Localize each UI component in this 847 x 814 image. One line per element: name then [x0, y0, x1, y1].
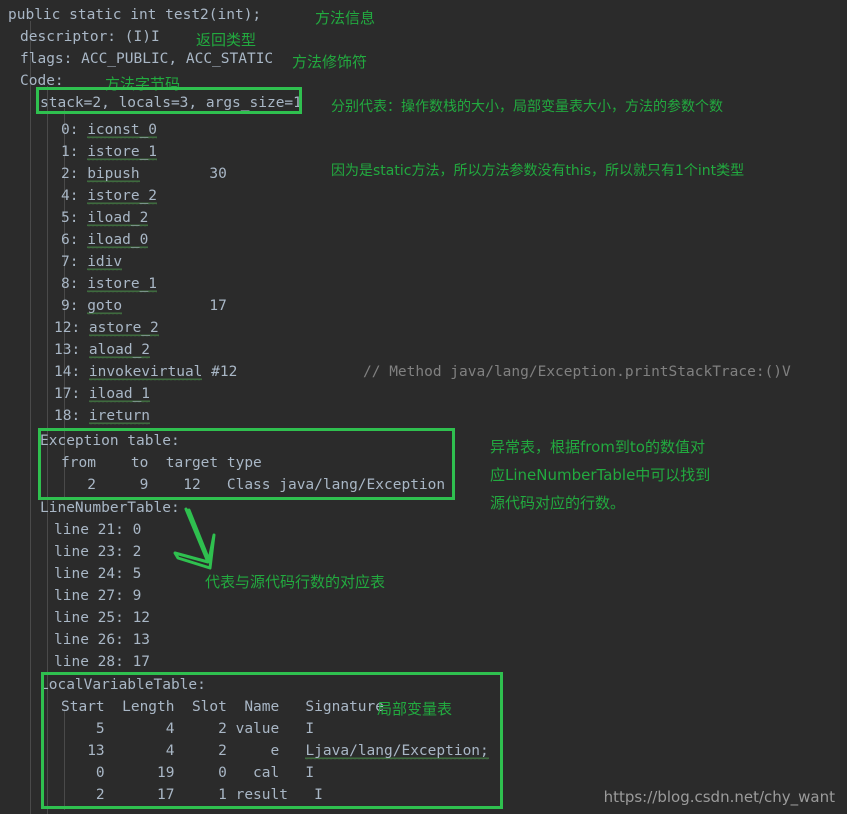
code-text: 18:	[54, 408, 89, 424]
code-text: line 27: 9	[54, 588, 142, 604]
code-line: 4: istore_2	[0, 185, 158, 207]
code-line: line 25: 12	[0, 607, 150, 629]
code-line: line 27: 9	[0, 585, 141, 607]
code-text: 6:	[61, 232, 88, 248]
annotation-exception-note-1: 异常表，根据from到to的数值对	[490, 438, 705, 456]
bytecode-comment: // Method java/lang/Exception.printStack…	[363, 364, 791, 380]
code-text: line 28: 17	[54, 654, 151, 670]
code-line: 5: iload_2	[0, 207, 149, 229]
annotation-static-args-note: 因为是static方法，所以方法参数没有this，所以就只有1个int类型	[331, 163, 745, 179]
code-line: Start Length Slot Name Signature	[0, 696, 384, 718]
annotation-method-info: 方法信息	[315, 9, 376, 27]
code-text: 2 9 12 Class java/lang/Exception	[61, 477, 446, 493]
code-line: 0: iconst_0	[0, 119, 158, 141]
code-text: 2:	[61, 166, 88, 182]
code-line: line 28: 17	[0, 651, 150, 673]
code-text: flags: ACC_PUBLIC, ACC_STATIC	[20, 51, 274, 67]
code-line: 2: bipush 30	[0, 163, 227, 185]
code-line: public static int test2(int);	[0, 4, 261, 26]
annotation-linenumber-note: 代表与源代码行数的对应表	[205, 573, 386, 591]
signature-cell: Ljava/lang/Exception;	[305, 743, 489, 760]
code-line: Exception table:	[0, 430, 180, 452]
code-text: Start Length Slot Name Signature	[61, 699, 385, 715]
bytecode-opcode: bipush	[87, 166, 140, 183]
code-line: 1: istore_1	[0, 141, 158, 163]
code-line: LocalVariableTable:	[0, 674, 206, 696]
code-text: 5:	[61, 210, 88, 226]
code-text: from to target type	[61, 455, 262, 471]
bytecode-opcode: iload_0	[87, 232, 149, 249]
code-line: from to target type	[0, 452, 262, 474]
code-text: line 24: 5	[54, 566, 142, 582]
code-line: 12: astore_2	[0, 317, 159, 339]
code-text: 12:	[54, 320, 89, 336]
code-text: line 26: 13	[54, 632, 151, 648]
code-line: 13: aload_2	[0, 339, 151, 361]
code-line: 13 4 2 e Ljava/lang/Exception;	[0, 740, 489, 762]
watermark: https://blog.csdn.net/chy_want	[603, 788, 835, 806]
code-line: 17: iload_1	[0, 383, 151, 405]
code-text: 2 17 1 result I	[61, 787, 323, 803]
code-text: 7:	[61, 254, 88, 270]
bytecode-opcode: iload_2	[87, 210, 149, 227]
annotation-exception-note-2: 应LineNumberTable中可以找到	[490, 466, 711, 484]
code-line: 8: istore_1	[0, 273, 158, 295]
code-text: public static int test2(int);	[8, 7, 262, 23]
code-text: 5 4 2 value I	[61, 721, 315, 737]
code-line: 6: iload_0	[0, 229, 149, 251]
code-text: 13 4 2 e	[61, 743, 306, 759]
code-text: descriptor: (I)I	[20, 29, 160, 45]
bytecode-opcode: aload_2	[88, 342, 151, 359]
bytecode-opcode: istore_1	[87, 276, 158, 293]
bytecode-opcode: astore_2	[88, 320, 159, 337]
code-line: descriptor: (I)I	[0, 26, 160, 48]
code-text: 9:	[61, 298, 88, 314]
bytecode-opcode: iconst_0	[87, 122, 158, 139]
code-text: Code:	[20, 73, 64, 89]
code-text: 13:	[54, 342, 89, 358]
annotation-return-type: 返回类型	[196, 31, 257, 49]
code-text: 17:	[54, 386, 89, 402]
code-text: line 21: 0	[54, 522, 142, 538]
code-line: line 24: 5	[0, 563, 141, 585]
code-text: line 23: 2	[54, 544, 142, 560]
code-text: LineNumberTable:	[40, 500, 180, 516]
code-line: 7: idiv	[0, 251, 123, 273]
code-text: Exception table:	[40, 433, 180, 449]
bytecode-opcode: istore_1	[87, 144, 158, 161]
annotation-method-modifier: 方法修饰符	[292, 53, 368, 71]
code-line: 0 19 0 cal I	[0, 762, 314, 784]
code-line: line 21: 0	[0, 519, 141, 541]
bytecode-operand: 17	[122, 298, 227, 314]
code-text: LocalVariableTable:	[40, 677, 206, 693]
code-line: 18: ireturn	[0, 405, 151, 427]
annotation-stack-meaning: 分别代表：操作数栈的大小，局部变量表大小，方法的参数个数	[331, 99, 723, 115]
bytecode-opcode: goto	[87, 298, 123, 315]
code-line: line 23: 2	[0, 541, 141, 563]
code-text: 8:	[61, 276, 88, 292]
code-line: 9: goto 17	[0, 295, 227, 317]
code-line: 2 9 12 Class java/lang/Exception	[0, 474, 445, 496]
code-text: stack=2, locals=3, args_size=1	[40, 95, 302, 111]
code-line: Code:	[0, 70, 64, 92]
bytecode-opcode: idiv	[87, 254, 123, 271]
code-text: 0:	[61, 122, 88, 138]
code-line: 2 17 1 result I	[0, 784, 323, 806]
code-text: 1:	[61, 144, 88, 160]
annotation-localvar-note: 局部变量表	[377, 700, 453, 718]
code-text: 0 19 0 cal I	[61, 765, 315, 781]
bytecode-opcode: ireturn	[88, 408, 151, 425]
annotation-exception-note-3: 源代码对应的行数。	[490, 494, 626, 512]
annotation-method-bytecode: 方法字节码	[105, 75, 181, 93]
bytecode-operand: 30	[139, 166, 227, 182]
code-text: 4:	[61, 188, 88, 204]
code-text: line 25: 12	[54, 610, 151, 626]
bytecode-opcode: istore_2	[87, 188, 158, 205]
code-line: LineNumberTable:	[0, 497, 180, 519]
code-line: line 26: 13	[0, 629, 150, 651]
bytecode-opcode: iload_1	[88, 386, 151, 403]
code-line: 5 4 2 value I	[0, 718, 314, 740]
